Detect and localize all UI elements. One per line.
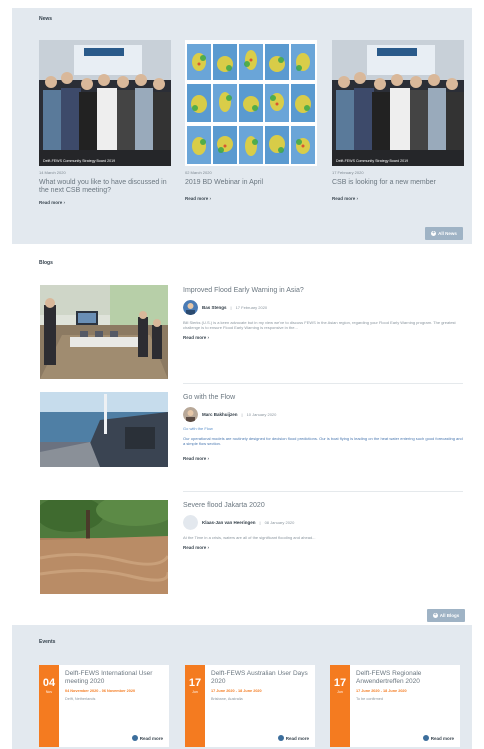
events-section-title: Events [39,639,56,645]
read-more-link[interactable]: Read more [131,735,163,741]
divider [183,491,463,492]
news-image-caption: Delft-FEWS Community Strategy Board 2019 [336,159,409,163]
blog-date-separator: | [259,520,261,525]
read-more-label: Read more [39,200,63,205]
event-card[interactable]: 17 Jun Delft-FEWS Australian User Days 2… [185,665,315,747]
all-news-button[interactable]: + All News [425,227,463,240]
news-image-caption: Delft-FEWS Community Strategy Board 2019 [43,159,116,163]
event-date-block: 17 Jun [185,665,205,747]
read-more-link[interactable]: Read more [277,735,309,741]
read-more-label: Read more [285,735,309,741]
news-image-weather-maps[interactable] [185,40,317,166]
event-title[interactable]: Delft-FEWS Regionale Anwendertreffen 202… [356,670,456,686]
news-date: 17 February 2020 [332,170,364,175]
all-blogs-label: All Blogs [439,613,460,618]
read-more-link[interactable]: Read more › [332,196,464,201]
avatar [183,300,198,315]
read-more-label: Read more [185,196,209,201]
read-more-label: Read more [183,545,207,550]
blog-date: 17 February 2020 [235,305,268,310]
blog-date: 08 January 2020 [264,520,295,525]
avatar [183,515,198,530]
divider [183,383,463,384]
arrow-circle-icon [422,735,429,741]
event-title[interactable]: Delft-FEWS Australian User Days 2020 [211,670,311,686]
event-day: 04 [42,677,56,689]
news-card[interactable]: 02 March 2020 2019 BD Webinar in April R… [185,40,317,201]
event-location: To be confirmed [356,697,384,701]
plus-icon: + [431,230,437,236]
blog-excerpt: Bill Sierks (U.S.) is a keen advocate bu… [183,320,456,330]
read-more-label: Read more [139,735,163,741]
read-more-link[interactable]: Read more › [39,200,171,205]
read-more-label: Read more [332,196,356,201]
blog-author-row: Bas Stengs | 17 February 2020 [183,300,463,315]
arrow-circle-icon [131,735,138,741]
news-title[interactable]: What would you like to have discussed in… [39,179,171,195]
news-title[interactable]: CSB is looking for a new member [332,179,464,187]
blog-date-separator: | [230,305,232,310]
news-date: 02 March 2020 [185,170,212,175]
blog-author[interactable]: Klaas-Jan van Heeringen [202,520,256,525]
news-card[interactable]: Delft-FEWS Community Strategy Board 2019… [39,40,171,205]
event-date-block: 17 Jun [330,665,350,747]
event-day: 17 [188,677,202,689]
read-more-label: Read more [183,335,207,340]
blog-author[interactable]: Marc Bakhuijzen [202,412,238,417]
blog-title[interactable]: Go with the Flow [183,394,463,401]
news-section-title: News [39,16,53,22]
blog-excerpt: At the Time in a crisis, waters are all … [183,535,316,540]
news-card[interactable]: Delft-FEWS Community Strategy Board 2019… [332,40,464,201]
read-more-link[interactable]: Read more › [185,196,317,201]
event-day: 17 [333,677,347,689]
blog-image-boat[interactable] [40,392,168,467]
blog-author-row: Klaas-Jan van Heeringen | 08 January 202… [183,515,463,530]
news-section: News Delft-FEWS Community Strategy Board… [12,8,472,244]
event-month: Jun [337,690,343,694]
events-section: Events 04 Nov Delft-FEWS International U… [12,625,472,749]
read-more-link[interactable]: Read more › [183,335,463,340]
all-news-label: All News [438,231,457,236]
event-location: Brisbane, Australia [211,697,243,701]
avatar [183,407,198,422]
all-blogs-button[interactable]: + All Blogs [427,609,465,622]
blog-excerpt: Our operational models are routinely des… [183,436,463,446]
arrow-circle-icon [277,735,284,741]
blog-post: Severe flood Jakarta 2020 Klaas-Jan van … [183,502,463,550]
read-more-link[interactable]: Read more › [183,545,463,550]
event-month: Nov [45,690,53,694]
blog-title[interactable]: Severe flood Jakarta 2020 [183,502,463,509]
read-more-label: Read more [183,456,207,461]
blog-title[interactable]: Improved Flood Early Warning in Asia? [183,287,463,294]
blog-author[interactable]: Bas Stengs [202,305,227,310]
blog-author-row: Marc Bakhuijzen | 10 January 2020 [183,407,463,422]
blog-post: Go with the Flow Marc Bakhuijzen | 10 Ja… [183,394,463,461]
event-card[interactable]: 04 Nov Delft-FEWS International User mee… [39,665,169,747]
event-dates: 04 November 2020 - 06 November 2020 [65,689,136,693]
blog-image-meeting-room[interactable] [40,285,168,379]
news-image-group-photo[interactable]: Delft-FEWS Community Strategy Board 2019 [332,40,464,166]
plus-icon: + [432,612,438,618]
event-location: Delft, Netherlands [65,697,96,701]
blog-post: Improved Flood Early Warning in Asia? Ba… [183,287,463,340]
blog-tagline: Go with the Flow [183,426,213,431]
event-date-block: 04 Nov [39,665,59,747]
news-title[interactable]: 2019 BD Webinar in April [185,179,317,187]
event-dates: 17 June 2020 - 18 June 2020 [211,689,262,693]
blogs-section-title: Blogs [39,260,53,266]
blog-date-separator: | [241,412,243,417]
event-dates: 17 June 2020 - 18 June 2020 [356,689,407,693]
news-image-group-photo[interactable]: Delft-FEWS Community Strategy Board 2019 [39,40,171,166]
event-title[interactable]: Delft-FEWS International User meeting 20… [65,670,165,686]
blog-image-flood[interactable] [40,500,168,594]
event-month: Jun [192,690,198,694]
read-more-link[interactable]: Read more [422,735,454,741]
event-card[interactable]: 17 Jun Delft-FEWS Regionale Anwendertref… [330,665,460,747]
read-more-label: Read more [430,735,454,741]
blog-date: 10 January 2020 [246,412,277,417]
news-date: 14 March 2020 [39,170,66,175]
read-more-link[interactable]: Read more › [183,456,463,461]
